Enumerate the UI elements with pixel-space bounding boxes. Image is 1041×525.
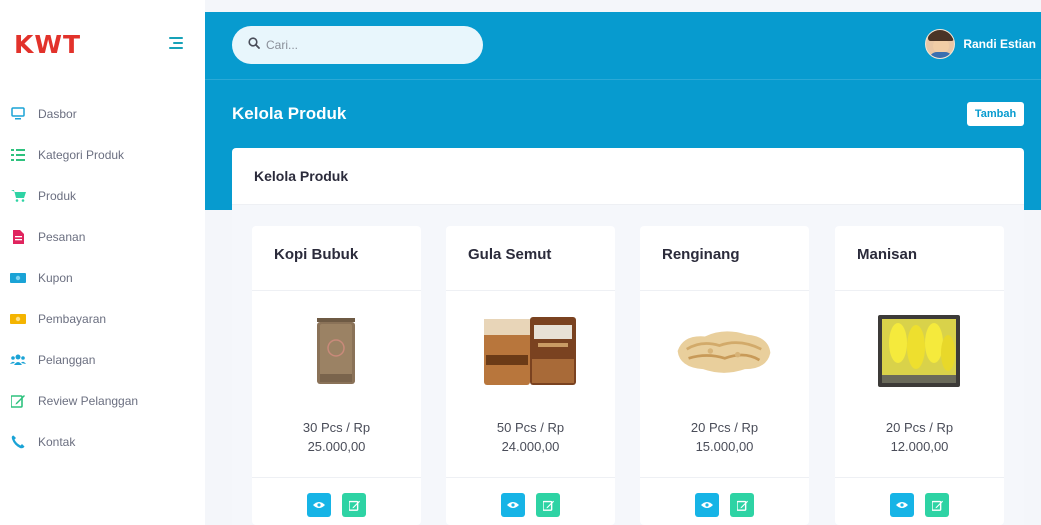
product-card: Gula Semut 50 Pcs / Rp 24.000,00 [446,226,615,525]
user-name: Randi Estian [963,37,1036,51]
product-card: Renginang 20 Pcs / Rp 15.000,00 [640,226,809,525]
search-box[interactable] [232,26,483,64]
avatar [925,29,956,59]
sidebar-item-kontak[interactable]: Kontak [0,421,205,462]
view-button[interactable] [307,493,331,517]
sidebar-item-pesanan[interactable]: Pesanan [0,216,205,257]
sidebar-item-label: Pembayaran [38,311,107,326]
edit-icon [542,500,554,511]
brand-logo[interactable]: KWT [14,30,81,59]
sidebar-item-label: Kategori Produk [38,147,125,162]
view-button[interactable] [890,493,914,517]
sidebar-item-label: Review Pelanggan [38,393,139,408]
edit-icon [10,393,26,409]
sidebar-nav: Dasbor Kategori Produk Produk Pesanan Ku… [0,93,205,462]
main-card: Kelola Produk Kopi Bubuk 30 Pcs / Rp 25.… [232,148,1024,525]
product-name: Gula Semut [468,246,552,263]
sidebar-item-label: Produk [38,188,77,203]
eye-icon [507,502,519,508]
phone-icon [10,434,26,450]
product-price: 50 Pcs / Rp 24.000,00 [496,420,565,454]
product-name: Renginang [662,246,740,263]
sidebar-item-kategori-produk[interactable]: Kategori Produk [0,134,205,175]
topbar-divider [205,79,1041,80]
sugar-pouch-image [480,310,580,392]
search-input[interactable] [266,38,466,52]
money-icon [10,311,26,327]
search-icon [248,36,260,54]
card-title: Kelola Produk [254,168,349,184]
edit-button[interactable] [730,493,754,517]
edit-icon [348,500,360,511]
sidebar-item-label: Kontak [38,434,76,449]
sidebar-item-kupon[interactable]: Kupon [0,257,205,298]
sidebar-item-pembayaran[interactable]: Pembayaran [0,298,205,339]
edit-icon [931,500,943,511]
product-card: Manisan 20 Pcs / Rp 12.000,00 [835,226,1004,525]
product-card: Kopi Bubuk 30 Pcs / Rp 25.000,00 [252,226,421,525]
product-price: 20 Pcs / Rp 15.000,00 [690,420,759,454]
product-price: 30 Pcs / Rp 25.000,00 [302,420,371,454]
view-button[interactable] [501,493,525,517]
candied-fruit-image [869,310,969,392]
sidebar-item-label: Pelanggan [38,352,96,367]
eye-icon [896,502,908,508]
menu-toggle-icon[interactable] [169,37,183,50]
edit-button[interactable] [342,493,366,517]
list-icon [10,147,26,163]
view-button[interactable] [695,493,719,517]
user-menu[interactable]: Randi Estian [925,29,1036,59]
sidebar-item-label: Kupon [38,270,73,285]
product-name: Kopi Bubuk [274,246,359,263]
cart-icon [10,188,26,204]
document-icon [10,229,26,245]
monitor-icon [10,106,26,122]
sidebar-item-dasbor[interactable]: Dasbor [0,93,205,134]
users-icon [10,352,26,368]
eye-icon [313,502,325,508]
sidebar-item-produk[interactable]: Produk [0,175,205,216]
page-title: Kelola Produk [232,104,347,123]
product-price: 20 Pcs / Rp 12.000,00 [885,420,954,454]
sidebar-item-pelanggan[interactable]: Pelanggan [0,339,205,380]
edit-button[interactable] [536,493,560,517]
coffee-bag-image [286,310,386,392]
sidebar-item-review-pelanggan[interactable]: Review Pelanggan [0,380,205,421]
edit-icon [736,500,748,511]
sidebar-item-label: Pesanan [38,229,86,244]
product-name: Manisan [857,246,918,263]
sidebar: KWT Dasbor Kategori Produk Produk Pesana… [0,0,205,525]
eye-icon [701,502,713,508]
sidebar-item-label: Dasbor [38,106,77,121]
add-product-button[interactable]: Tambah [967,102,1024,126]
rice-cracker-image [674,310,774,392]
ticket-icon [10,270,26,286]
edit-button[interactable] [925,493,949,517]
